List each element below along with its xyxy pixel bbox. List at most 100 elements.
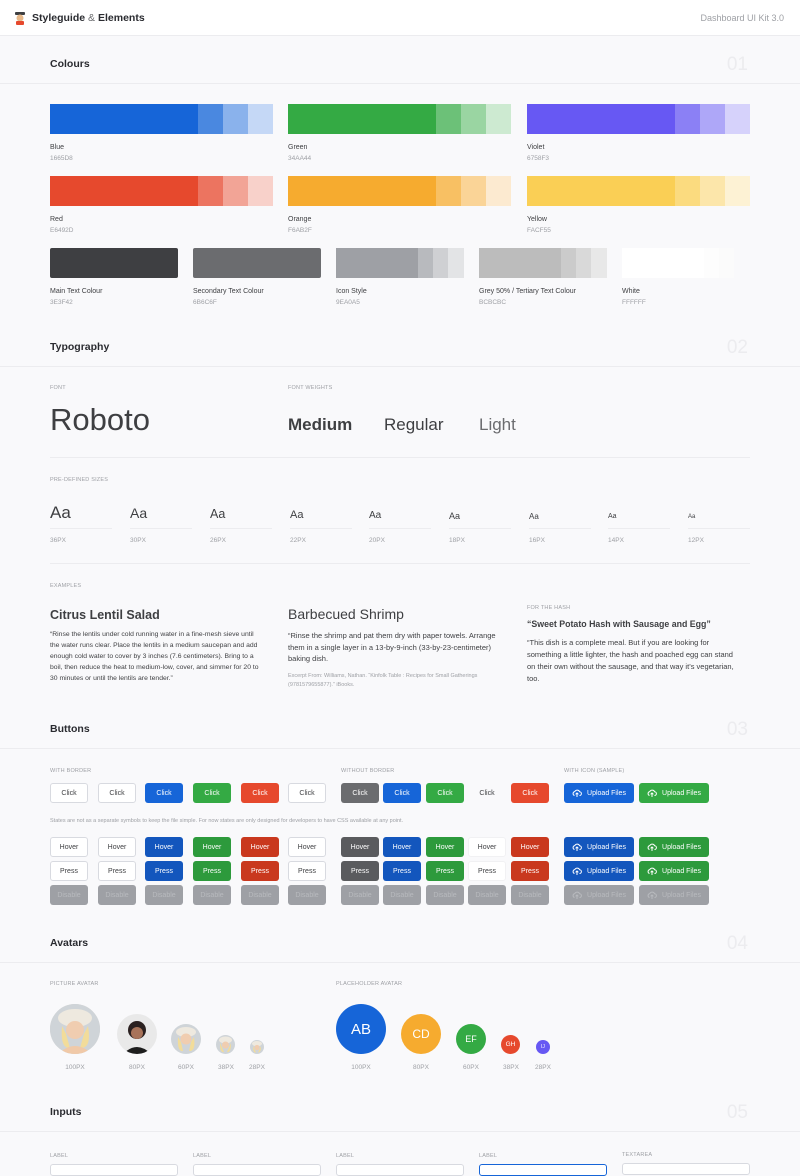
disabled-button: Disable <box>145 885 183 905</box>
example-2-title: Barbecued Shrimp <box>288 606 404 622</box>
press-button-red[interactable]: Press <box>241 861 279 881</box>
upload-cloud-icon <box>572 788 582 798</box>
press-button-red[interactable]: Press <box>511 861 549 881</box>
click-button-green[interactable]: Click <box>426 783 464 803</box>
upload-cloud-icon <box>647 842 657 852</box>
swatch-shade <box>223 176 248 206</box>
section-number: 02 <box>726 337 748 358</box>
press-button-green[interactable]: Press <box>193 861 231 881</box>
press-button-green[interactable]: Press <box>426 861 464 881</box>
hover-button[interactable]: Hover <box>288 837 326 857</box>
placeholder-avatar: EF <box>456 1024 486 1054</box>
hover-button[interactable]: Hover <box>50 837 88 857</box>
hover-button-green[interactable]: Hover <box>193 837 231 857</box>
example-3-caption: For the hash <box>527 605 571 611</box>
press-button[interactable]: Press <box>50 861 88 881</box>
disabled-button: Disable <box>193 885 231 905</box>
size-label: 14PX <box>608 537 624 544</box>
hover-button-plain[interactable]: Hover <box>468 837 506 857</box>
textarea-label: Textarea <box>622 1152 653 1158</box>
upload-files-button-disabled: Upload Files <box>639 885 709 905</box>
swatch-shade <box>288 104 436 134</box>
textarea[interactable] <box>622 1163 750 1175</box>
hover-button-gray[interactable]: Hover <box>341 837 379 857</box>
swatch-shade <box>591 248 607 278</box>
section-number: 05 <box>726 1102 748 1123</box>
upload-cloud-icon <box>647 890 657 900</box>
size-label: 20PX <box>369 537 385 544</box>
section-title: Avatars <box>50 937 89 949</box>
upload-files-button-green-press[interactable]: Upload Files <box>639 861 709 881</box>
font-name: Roboto <box>50 402 150 437</box>
hover-button[interactable]: Hover <box>98 837 136 857</box>
upload-cloud-icon <box>572 842 582 852</box>
click-button[interactable]: Click <box>98 783 136 803</box>
avatar <box>117 1014 157 1054</box>
example-1-title: Citrus Lentil Salad <box>50 608 160 622</box>
hover-button-green[interactable]: Hover <box>426 837 464 857</box>
swatch-shade <box>675 104 700 134</box>
section-header-typography: Typography 02 <box>0 319 800 367</box>
press-button[interactable]: Press <box>288 861 326 881</box>
swatch-shade <box>700 176 725 206</box>
disabled-button: Disable <box>468 885 506 905</box>
section-title: Buttons <box>50 723 90 735</box>
hover-button-blue[interactable]: Hover <box>383 837 421 857</box>
upload-files-button-green-hover[interactable]: Upload Files <box>639 837 709 857</box>
press-button[interactable]: Press <box>98 861 136 881</box>
hover-button-red[interactable]: Hover <box>241 837 279 857</box>
section-title: Inputs <box>50 1106 82 1118</box>
click-button[interactable]: Click <box>50 783 88 803</box>
swatch-hex: F6AB2F <box>288 227 312 234</box>
press-button-blue[interactable]: Press <box>383 861 421 881</box>
click-button-blue[interactable]: Click <box>383 783 421 803</box>
size-underline <box>50 528 112 529</box>
click-button-gray[interactable]: Click <box>341 783 379 803</box>
swatch-hex: 6758F3 <box>527 155 550 162</box>
text-input[interactable] <box>193 1164 321 1176</box>
disabled-button: Disable <box>241 885 279 905</box>
swatch-blue <box>50 104 273 134</box>
click-button-red[interactable]: Click <box>511 783 549 803</box>
swatch-hex: 34AA44 <box>288 155 312 162</box>
upload-files-button-hover[interactable]: Upload Files <box>564 837 634 857</box>
hover-button-blue[interactable]: Hover <box>145 837 183 857</box>
click-button-red[interactable]: Click <box>241 783 279 803</box>
click-button[interactable]: Click <box>288 783 326 803</box>
kit-label: Dashboard UI Kit 3.0 <box>700 13 784 23</box>
disabled-button: Disable <box>341 885 379 905</box>
size-sample: Aa <box>130 505 148 521</box>
swatch-hex: E6492D <box>50 227 74 234</box>
hover-button-red[interactable]: Hover <box>511 837 549 857</box>
section-header-avatars: Avatars 04 <box>0 915 800 963</box>
swatch-shade <box>223 104 248 134</box>
text-input[interactable] <box>336 1164 464 1176</box>
text-input-focused[interactable] <box>479 1164 607 1176</box>
input-label: Label <box>193 1153 212 1159</box>
swatch-name: Violet <box>527 144 545 151</box>
click-button-green[interactable]: Click <box>193 783 231 803</box>
upload-files-button[interactable]: Upload Files <box>564 783 634 803</box>
swatch-shade <box>675 176 700 206</box>
disabled-button: Disable <box>50 885 88 905</box>
click-button-plain[interactable]: Click <box>468 783 506 803</box>
swatch-shade <box>198 176 223 206</box>
upload-files-button-press[interactable]: Upload Files <box>564 861 634 881</box>
click-button-blue[interactable]: Click <box>145 783 183 803</box>
swatch-shade <box>622 248 704 278</box>
press-button-plain[interactable]: Press <box>468 861 506 881</box>
swatch-shade <box>198 104 223 134</box>
swatch-red <box>50 176 273 206</box>
disabled-button: Disable <box>288 885 326 905</box>
press-button-blue[interactable]: Press <box>145 861 183 881</box>
text-input[interactable] <box>50 1164 178 1176</box>
section-number: 03 <box>726 719 748 740</box>
upload-files-button-green[interactable]: Upload Files <box>639 783 709 803</box>
swatch-shade <box>436 104 461 134</box>
swatch-shade <box>486 176 511 206</box>
swatch-shade <box>193 248 321 278</box>
size-sample: Aa <box>369 510 382 521</box>
press-button-gray[interactable]: Press <box>341 861 379 881</box>
swatch-shade <box>288 176 436 206</box>
avatar-size-label: 28PX <box>249 1064 265 1071</box>
